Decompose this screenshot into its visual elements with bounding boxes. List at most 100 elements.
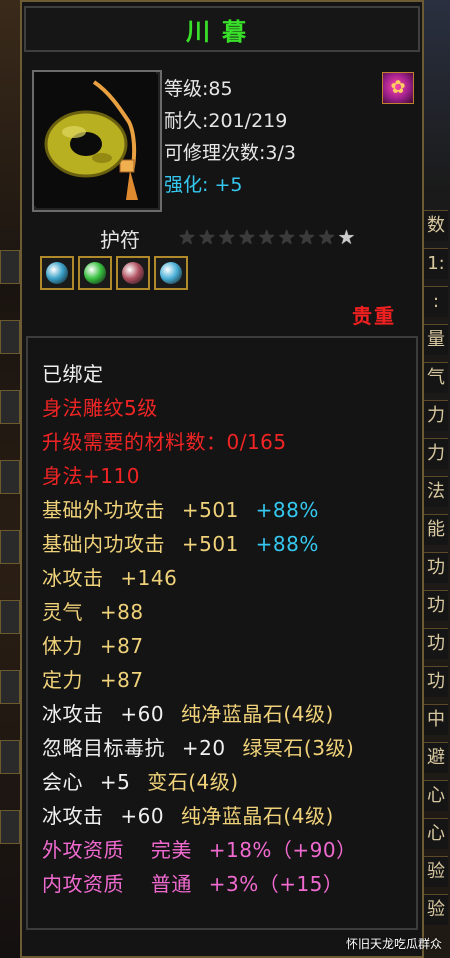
- right-edge-fragment: 验: [424, 894, 448, 925]
- stamina-line: 体力 +87: [42, 630, 144, 659]
- agility-stat: 身法+110: [42, 464, 140, 488]
- right-edge-fragment: 力: [424, 438, 448, 469]
- right-edge-fragment: 中: [424, 704, 448, 735]
- star-icon: ★: [257, 225, 276, 249]
- stamina-value: +87: [99, 634, 144, 658]
- inner-attack-line: 基础内功攻击 +501 +88%: [42, 528, 319, 557]
- gem-slot-icon[interactable]: [116, 256, 150, 290]
- item-type-badge-icon: ✿: [382, 72, 414, 104]
- gem-icon: [84, 262, 106, 284]
- gem4-name: 纯净蓝晶石(4级): [180, 804, 334, 828]
- star-icon: ★: [297, 225, 316, 249]
- side-slot: [0, 810, 20, 844]
- right-edge-fragment: 心: [424, 818, 448, 849]
- focus-label: 定力: [42, 668, 83, 692]
- gem-slot-icon[interactable]: [78, 256, 112, 290]
- star-icon: ★: [237, 225, 256, 249]
- spirit-label: 灵气: [42, 600, 83, 624]
- right-edge-fragment: 验: [424, 856, 448, 887]
- gem1-name: 纯净蓝晶石(4级): [180, 702, 334, 726]
- attribute-panel: 已绑定 身法雕纹5级 升级需要的材料数：0/165 身法+110 基础外功攻击 …: [26, 336, 418, 930]
- right-edge-fragment: 功: [424, 666, 448, 697]
- stamina-label: 体力: [42, 634, 83, 658]
- star-icon: ★: [277, 225, 296, 249]
- gem3-name: 变石(4级): [147, 770, 239, 794]
- gem-slot-icon[interactable]: [40, 256, 74, 290]
- outer-quality-value: +18%（+90）: [208, 838, 357, 862]
- side-slot: [0, 530, 20, 564]
- outer-quality-grade: 完美: [150, 838, 192, 862]
- ice-attack-value: +146: [120, 566, 178, 590]
- gem-attr-line-4: 冰攻击 +60 纯净蓝晶石(4级): [42, 800, 334, 829]
- star-icon: ★: [317, 225, 336, 249]
- background-right-strip: 数 1:: 量气力力法能功功功功中避心心验验: [422, 0, 450, 958]
- focus-line: 定力 +87: [42, 664, 144, 693]
- inner-quality-value: +3%（+15）: [208, 872, 344, 896]
- inner-quality-label: 内攻资质: [42, 872, 124, 896]
- gem-icon: [46, 262, 68, 284]
- jade-pendant-icon: [34, 72, 156, 206]
- star-icon: ★: [337, 225, 356, 249]
- item-level: 等级:85: [164, 78, 233, 100]
- side-slot: [0, 670, 20, 704]
- gem4-attr: 冰攻击: [42, 804, 104, 828]
- item-icon-frame: [32, 70, 162, 212]
- enhance-value: +5: [214, 174, 243, 196]
- bound-status: 已绑定: [42, 362, 104, 386]
- inner-quality-grade: 普通: [150, 872, 192, 896]
- outer-attack-percent: +88%: [255, 498, 319, 522]
- side-slot: [0, 460, 20, 494]
- right-edge-fragment: 功: [424, 552, 448, 583]
- outer-quality-line: 外攻资质 完美 +18%（+90）: [42, 834, 357, 863]
- gem-attr-line-1: 冰攻击 +60 纯净蓝晶石(4级): [42, 698, 334, 727]
- right-edge-fragment: :: [424, 286, 448, 317]
- amulet-label: 护符: [100, 228, 140, 252]
- inner-attack-value: +501: [181, 532, 239, 556]
- side-slot: [0, 250, 20, 284]
- gem-attr-line-3: 会心 +5 变石(4级): [42, 766, 239, 795]
- inner-attack-percent: +88%: [255, 532, 319, 556]
- star-icon: ★: [178, 225, 196, 249]
- right-edge-fragment: 能: [424, 514, 448, 545]
- gem-icon: [160, 262, 182, 284]
- right-edge-fragment: 量: [424, 324, 448, 355]
- gem1-value: +60: [120, 702, 165, 726]
- right-edge-fragment: 功: [424, 628, 448, 659]
- gem-icon: [122, 262, 144, 284]
- side-slot: [0, 390, 20, 424]
- gem3-attr: 会心: [42, 770, 83, 794]
- inner-attack-label: 基础内功攻击: [42, 532, 165, 556]
- spirit-value: +88: [99, 600, 144, 624]
- item-repair-count: 可修理次数:3/3: [164, 142, 296, 164]
- gem3-value: +5: [99, 770, 131, 794]
- right-edge-fragment: 气: [424, 362, 448, 393]
- item-enhance: 强化: +5: [164, 170, 242, 197]
- outer-attack-line: 基础外功攻击 +501 +88%: [42, 494, 319, 523]
- star-icon: ★: [217, 225, 236, 249]
- right-edge-fragment: 数: [424, 210, 448, 241]
- outer-quality-label: 外攻资质: [42, 838, 124, 862]
- item-name: 川暮: [186, 16, 258, 46]
- right-edge-fragment: 力: [424, 400, 448, 431]
- enhance-label: 强化:: [164, 174, 209, 196]
- right-edge-fragment: 1:: [424, 248, 448, 279]
- outer-attack-value: +501: [181, 498, 239, 522]
- item-durability: 耐久:201/219: [164, 110, 288, 132]
- rarity-label: 贵重: [352, 304, 396, 328]
- agility-carve: 身法雕纹5级: [42, 396, 158, 420]
- outer-attack-label: 基础外功攻击: [42, 498, 165, 522]
- star-icon: ★: [197, 225, 216, 249]
- focus-value: +87: [99, 668, 144, 692]
- right-edge-fragment: 功: [424, 590, 448, 621]
- gem-slots: [40, 256, 188, 290]
- watermark: 怀旧天龙吃瓜群众: [345, 937, 442, 951]
- item-tooltip: 川暮 等级:85 耐久:201/219 可修理次数:3/3 强化: +5 ✿ 护…: [20, 0, 424, 958]
- side-slot: [0, 740, 20, 774]
- amulet-stars: ★ ★ ★ ★ ★ ★ ★ ★ ★: [178, 226, 355, 248]
- inner-quality-line: 内攻资质 普通 +3%（+15）: [42, 868, 343, 897]
- gem-slot-icon[interactable]: [154, 256, 188, 290]
- spirit-line: 灵气 +88: [42, 596, 144, 625]
- gem2-value: +20: [181, 736, 226, 760]
- gem1-attr: 冰攻击: [42, 702, 104, 726]
- side-slot: [0, 600, 20, 634]
